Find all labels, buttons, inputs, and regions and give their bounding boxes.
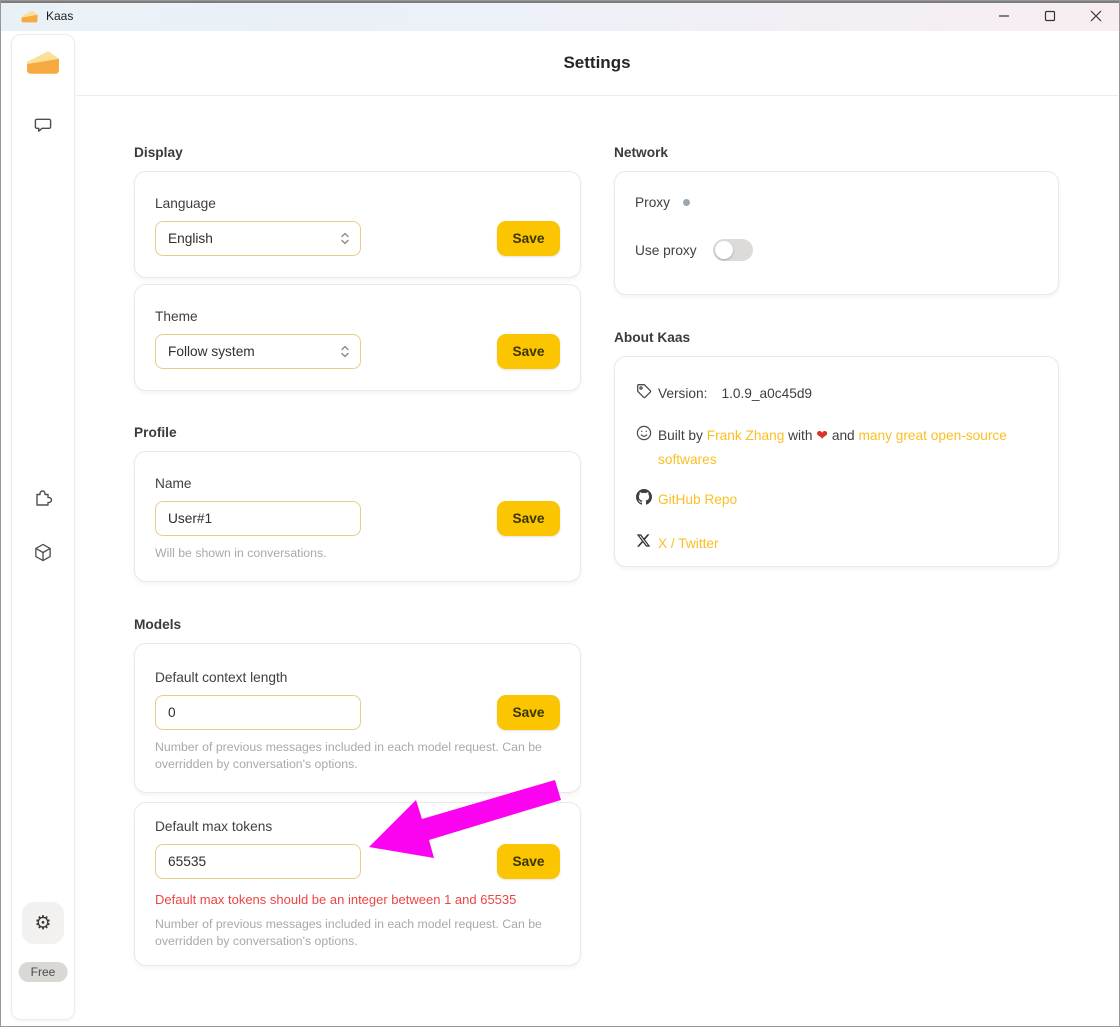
sidebar-item-settings[interactable]: ⚙	[22, 902, 64, 944]
name-input[interactable]	[155, 501, 361, 536]
gear-icon: ⚙	[34, 914, 51, 933]
network-section-heading: Network	[614, 145, 668, 160]
theme-card: Theme Follow system Save	[134, 284, 581, 391]
page-title: Settings	[563, 53, 630, 73]
context-length-card: Default context length Save Number of pr…	[134, 643, 581, 793]
network-card: Proxy Use proxy	[614, 171, 1059, 295]
about-section-heading: About Kaas	[614, 330, 690, 345]
about-card: Version: 1.0.9_a0c45d9 Built by Frank Zha…	[614, 356, 1059, 567]
github-icon	[635, 489, 652, 505]
use-proxy-label: Use proxy	[635, 243, 697, 258]
cheese-app-icon	[21, 10, 38, 23]
chevron-up-down-icon	[340, 344, 350, 359]
minimize-icon	[998, 10, 1010, 22]
chevron-up-down-icon	[340, 231, 350, 246]
version-label: Version:	[658, 386, 707, 401]
smiley-icon	[635, 425, 652, 441]
x-logo-icon	[635, 533, 652, 548]
max-tokens-input[interactable]	[155, 844, 361, 879]
language-select-value: English	[168, 231, 340, 246]
twitter-row: X / Twitter	[635, 532, 1038, 556]
theme-save-button[interactable]: Save	[497, 334, 560, 369]
name-save-button[interactable]: Save	[497, 501, 560, 536]
name-hint: Will be shown in conversations.	[155, 545, 560, 562]
version-value: 1.0.9_a0c45d9	[721, 386, 812, 401]
language-label: Language	[155, 196, 560, 211]
settings-header: Settings	[76, 31, 1118, 96]
maximize-icon	[1044, 10, 1056, 22]
author-link[interactable]: Frank Zhang	[707, 428, 785, 443]
free-plan-badge: Free	[19, 962, 68, 982]
context-length-input[interactable]	[155, 695, 361, 730]
max-tokens-label: Default max tokens	[155, 819, 560, 834]
language-select[interactable]: English	[155, 221, 361, 256]
kaas-app-window: { "titlebar": { "app_name": "Kaas" }, "s…	[0, 0, 1120, 1027]
window-controls	[981, 1, 1119, 31]
use-proxy-toggle[interactable]	[713, 239, 753, 261]
context-length-label: Default context length	[155, 670, 560, 685]
max-tokens-card: Default max tokens Save Default max toke…	[134, 802, 581, 966]
name-label: Name	[155, 476, 560, 491]
profile-name-card: Name Save Will be shown in conversations…	[134, 451, 581, 582]
and-text: and	[832, 428, 855, 443]
puzzle-icon	[33, 487, 53, 507]
theme-select[interactable]: Follow system	[155, 334, 361, 369]
theme-label: Theme	[155, 309, 560, 324]
theme-select-value: Follow system	[168, 344, 340, 359]
close-icon	[1090, 10, 1102, 22]
version-row: Version: 1.0.9_a0c45d9	[635, 382, 1038, 406]
titlebar: Kaas	[1, 1, 1119, 31]
titlebar-app-name: Kaas	[46, 9, 73, 23]
proxy-status-dot	[683, 199, 690, 206]
sidebar-item-models[interactable]	[34, 543, 53, 562]
toggle-knob	[715, 241, 733, 259]
x-twitter-link[interactable]: X / Twitter	[658, 536, 719, 551]
tag-icon	[635, 383, 652, 399]
cheese-logo-icon	[26, 49, 60, 75]
proxy-label: Proxy	[635, 195, 670, 210]
github-repo-link[interactable]: GitHub Repo	[658, 492, 737, 507]
context-length-hint: Number of previous messages included in …	[155, 739, 560, 772]
built-by-row: Built by Frank Zhang with ❤ and many gre…	[635, 424, 1038, 472]
sidebar: ⚙ Free	[11, 34, 75, 1020]
sidebar-item-conversations[interactable]	[34, 115, 53, 134]
package-box-icon	[34, 543, 53, 562]
models-section-heading: Models	[134, 617, 181, 632]
built-by-text: Built by	[658, 428, 703, 443]
language-card: Language English Save	[134, 171, 581, 278]
max-tokens-save-button[interactable]: Save	[497, 844, 560, 879]
profile-section-heading: Profile	[134, 425, 177, 440]
max-tokens-error-message: Default max tokens should be an integer …	[155, 892, 560, 907]
display-section-heading: Display	[134, 145, 183, 160]
chat-bubble-icon	[34, 115, 53, 134]
sidebar-item-prompts[interactable]	[33, 487, 53, 507]
maximize-button[interactable]	[1027, 1, 1073, 31]
with-text: with	[788, 428, 812, 443]
minimize-button[interactable]	[981, 1, 1027, 31]
language-save-button[interactable]: Save	[497, 221, 560, 256]
close-button[interactable]	[1073, 1, 1119, 31]
context-length-save-button[interactable]: Save	[497, 695, 560, 730]
heart-icon: ❤	[816, 428, 828, 444]
max-tokens-hint: Number of previous messages included in …	[155, 916, 560, 949]
github-row: GitHub Repo	[635, 488, 1038, 512]
